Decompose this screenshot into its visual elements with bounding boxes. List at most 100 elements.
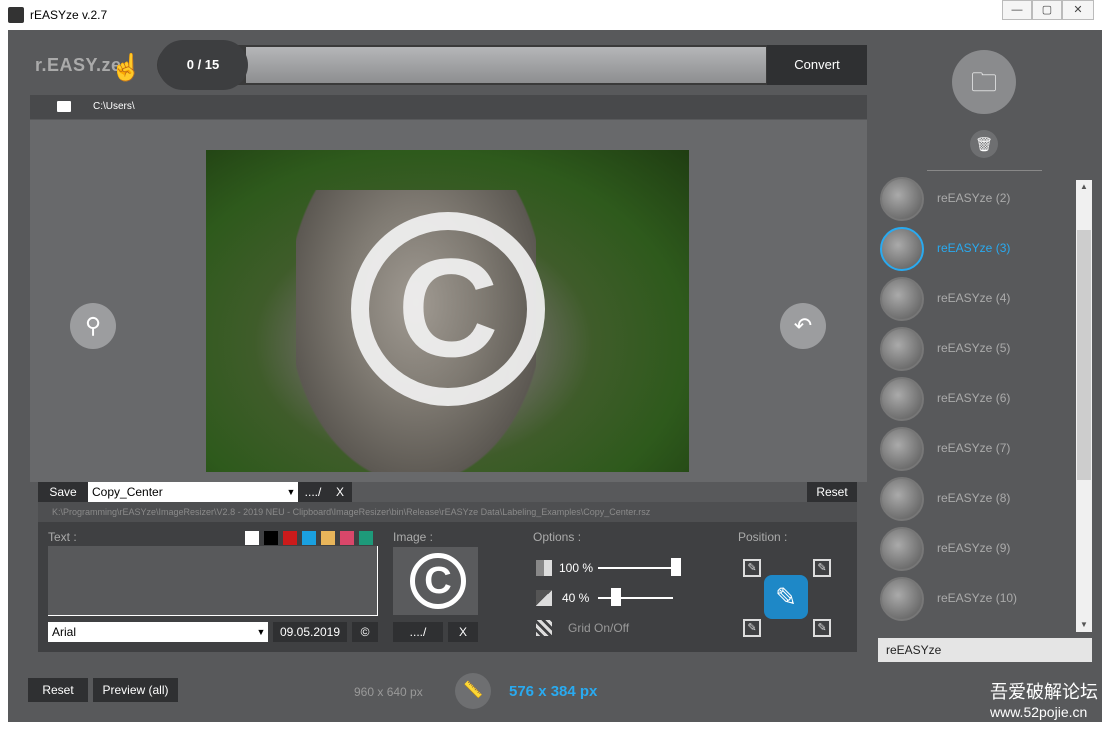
image-thumbnail (880, 527, 924, 571)
scroll-up-icon[interactable]: ▲ (1076, 180, 1092, 194)
text-label: Text : (48, 530, 77, 544)
color-swatch-blue[interactable] (302, 531, 316, 545)
list-item[interactable]: reEASYze (4) (878, 275, 1076, 325)
reset-button[interactable]: Reset (28, 678, 88, 702)
list-item[interactable]: reEASYze (2) (878, 175, 1076, 225)
opacity-icon (536, 560, 552, 576)
size-slider-thumb[interactable] (611, 588, 621, 606)
ruler-icon[interactable]: 📏 (455, 673, 491, 709)
list-item[interactable]: reEASYze (7) (878, 425, 1076, 475)
undo-icon: ↶ (793, 313, 813, 338)
grid-icon[interactable] (536, 620, 552, 636)
list-item-label: reEASYze (2) (937, 191, 1011, 205)
window-title: rEASYze v.2.7 (30, 8, 108, 22)
size-value: 40 % (562, 591, 590, 605)
add-folder-button[interactable]: 🗀 (952, 50, 1016, 114)
image-thumbnail (880, 427, 924, 471)
site-watermark-url: www.52pojie.cn (990, 704, 1088, 720)
image-thumbnail (880, 577, 924, 621)
divider (927, 170, 1042, 171)
image-thumbnail (880, 327, 924, 371)
path-bar (30, 95, 867, 119)
opacity-slider[interactable] (598, 567, 676, 569)
minimize-button[interactable]: — (1002, 0, 1032, 20)
color-swatch-green[interactable] (359, 531, 373, 545)
list-item[interactable]: reEASYze (3) (878, 225, 1076, 275)
size-slider[interactable] (598, 597, 673, 599)
preview-image: C (206, 150, 689, 472)
output-size: 576 x 384 px (509, 683, 598, 700)
zoom-button[interactable]: ⚲ (70, 303, 116, 349)
list-item[interactable]: reEASYze (9) (878, 525, 1076, 575)
image-thumbnail (880, 377, 924, 421)
list-item-label: reEASYze (8) (937, 491, 1011, 505)
progress-bar (246, 47, 766, 83)
clear-preset-button[interactable]: X (328, 482, 352, 502)
position-bottom-left-icon[interactable]: ✎ (743, 619, 761, 637)
convert-button[interactable]: Convert (767, 45, 867, 85)
list-item-label: reEASYze (3) (937, 241, 1011, 255)
browse-preset-button[interactable]: ..../ (298, 482, 328, 502)
image-label: Image : (393, 530, 434, 544)
browse-image-button[interactable]: ..../ (393, 622, 443, 642)
watermark-text-input[interactable] (48, 546, 378, 616)
hand-pointer-icon: ☝ (110, 52, 143, 82)
save-preset-button[interactable]: Save (38, 482, 88, 502)
folder-plus-icon: 🗀 (970, 67, 997, 97)
font-select[interactable]: Arial (48, 622, 268, 642)
list-item-label: reEASYze (5) (937, 341, 1011, 355)
position-top-right-icon[interactable]: ✎ (813, 559, 831, 577)
app-logo: r.EASY.ze (35, 55, 122, 75)
copyright-watermark: C (351, 212, 545, 406)
clear-image-button[interactable]: X (448, 622, 478, 642)
list-item[interactable]: reEASYze (10) (878, 575, 1076, 625)
progress-count: 0 / 15 (158, 40, 248, 90)
preset-path: K:\Programming\rEASYze\ImageResizer\V2.8… (38, 502, 857, 522)
close-button[interactable]: ✕ (1062, 0, 1094, 20)
output-name-input[interactable]: reEASYze (878, 638, 1092, 662)
size-icon (536, 590, 552, 606)
position-top-left-icon[interactable]: ✎ (743, 559, 761, 577)
color-swatch-red[interactable] (283, 531, 297, 545)
image-thumbnail (880, 227, 924, 271)
copyright-insert-button[interactable]: © (352, 622, 378, 642)
list-item-label: reEASYze (9) (937, 541, 1011, 555)
scroll-down-icon[interactable]: ▼ (1076, 618, 1092, 632)
image-list: reEASYze (2) reEASYze (3) reEASYze (4) reEA… (878, 175, 1076, 633)
color-swatch-gold[interactable] (321, 531, 335, 545)
date-insert-button[interactable]: 09.05.2019 (273, 622, 347, 642)
grid-toggle-label[interactable]: Grid On/Off (568, 621, 629, 635)
opacity-slider-thumb[interactable] (671, 558, 681, 576)
scrollbar-thumb[interactable] (1077, 230, 1091, 480)
chevron-down-icon[interactable]: ▼ (254, 622, 268, 642)
list-item[interactable]: reEASYze (6) (878, 375, 1076, 425)
list-item-label: reEASYze (10) (937, 591, 1018, 605)
delete-button[interactable]: 🗑 (970, 130, 998, 158)
site-watermark: 吾爱破解论坛 (990, 682, 1098, 702)
opacity-value: 100 % (559, 561, 594, 575)
list-item-label: reEASYze (6) (937, 391, 1011, 405)
color-swatch-white[interactable] (245, 531, 259, 545)
reset-preset-button[interactable]: Reset (807, 482, 857, 502)
app-icon (8, 7, 24, 23)
list-item[interactable]: reEASYze (8) (878, 475, 1076, 525)
image-thumbnail (880, 277, 924, 321)
title-bar (0, 0, 1110, 30)
list-item-label: reEASYze (4) (937, 291, 1011, 305)
preset-select[interactable]: Copy_Center (88, 482, 298, 502)
position-label: Position : (738, 530, 788, 544)
folder-path: C:\Users\ (93, 101, 135, 112)
chevron-down-icon[interactable]: ▼ (284, 482, 298, 502)
search-icon: ⚲ (84, 313, 102, 338)
undo-button[interactable]: ↶ (780, 303, 826, 349)
maximize-button[interactable]: ▢ (1032, 0, 1062, 20)
position-bottom-right-icon[interactable]: ✎ (813, 619, 831, 637)
position-center-icon[interactable]: ✎ (764, 575, 808, 619)
preview-all-button[interactable]: Preview (all) (93, 678, 178, 702)
folder-icon[interactable] (57, 101, 71, 112)
image-thumbnail (880, 477, 924, 521)
color-swatch-pink[interactable] (340, 531, 354, 545)
color-swatch-black[interactable] (264, 531, 278, 545)
trash-icon: 🗑 (975, 136, 993, 152)
list-item[interactable]: reEASYze (5) (878, 325, 1076, 375)
